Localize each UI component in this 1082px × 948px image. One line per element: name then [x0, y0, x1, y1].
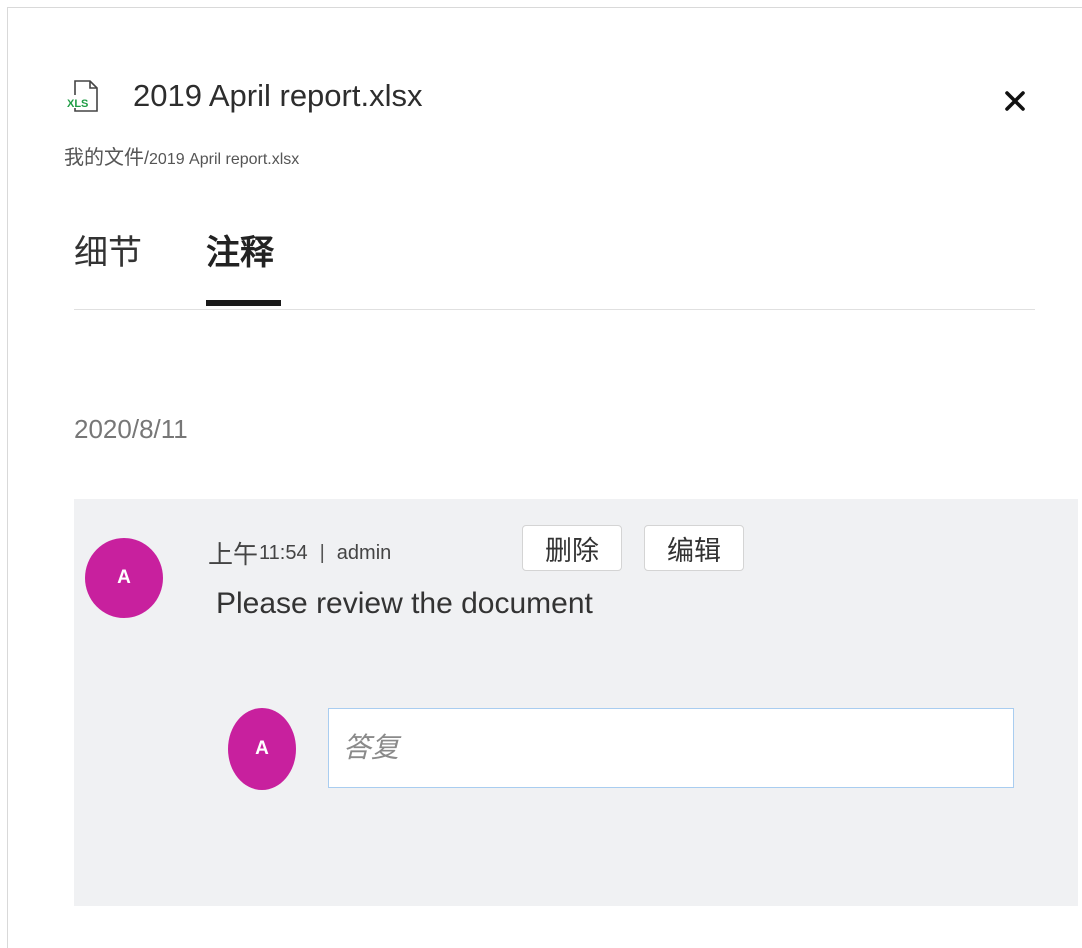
breadcrumb: 我的文件/2019 April report.xlsx — [64, 141, 299, 170]
close-button[interactable] — [998, 84, 1032, 118]
xls-icon-label: XLS — [67, 98, 88, 110]
comment-date-heading: 2020/8/11 — [74, 414, 188, 444]
comment-time: 11:54 — [259, 541, 308, 564]
comment-meta: 上午 11:54 | admin — [208, 535, 391, 571]
breadcrumb-folder-link[interactable]: 我的文件 — [64, 147, 144, 169]
tab-comments[interactable]: 注释 — [206, 230, 274, 276]
breadcrumb-file: 2019 April report.xlsx — [149, 151, 300, 168]
comment-ampm: 上午 — [208, 541, 259, 569]
active-tab-indicator — [206, 300, 281, 306]
reply-avatar: A — [228, 708, 296, 790]
tab-details[interactable]: 细节 — [74, 230, 142, 276]
edit-comment-button[interactable]: 编辑 — [644, 525, 744, 571]
tab-bar: 细节 注释 — [74, 230, 1035, 310]
delete-comment-button[interactable]: 删除 — [522, 525, 622, 571]
comment-thread: A 上午 11:54 | admin 删除 编辑 Please review t… — [74, 499, 1078, 906]
close-icon[interactable] — [998, 84, 1032, 118]
file-title: 2019 April report.xlsx — [133, 78, 423, 113]
avatar: A — [85, 538, 163, 618]
meta-separator: | — [319, 541, 325, 564]
reply-input[interactable] — [328, 708, 1014, 788]
comment-author: admin — [336, 541, 392, 564]
comment-text: Please review the document — [216, 587, 593, 620]
file-details-panel: XLS 2019 April report.xlsx 我的文件/2019 Apr… — [7, 7, 1082, 948]
xls-file-icon: XLS — [64, 77, 104, 117]
